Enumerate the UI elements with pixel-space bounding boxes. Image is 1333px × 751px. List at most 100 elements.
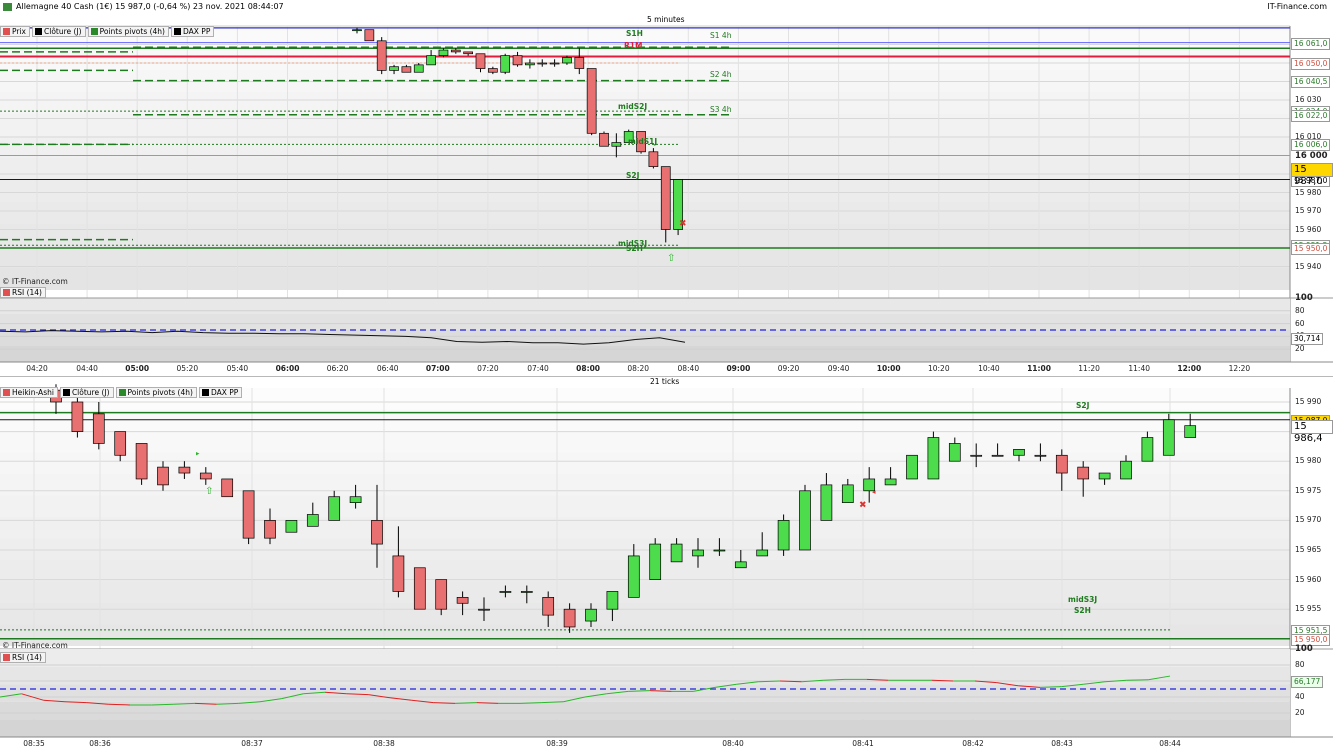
legend-item-0[interactable]: Heikin-Ashi	[0, 387, 58, 398]
candle-up	[1185, 426, 1196, 438]
legend-item-3[interactable]: DAX PP	[171, 26, 214, 37]
legend-item-3[interactable]: DAX PP	[199, 387, 242, 398]
time-axis-label: 08:44	[1159, 739, 1181, 748]
price-band	[0, 453, 1290, 475]
x-marker: ✖	[679, 219, 687, 229]
candle-up	[414, 65, 423, 72]
candle-up	[1121, 461, 1132, 479]
price-label: 15 955	[1295, 604, 1321, 613]
legend-label: Clôture (J)	[44, 27, 82, 36]
rsi-label: RSI (14)	[12, 653, 42, 662]
price-label: 16 000	[1295, 151, 1328, 161]
candle-up	[1014, 449, 1025, 455]
candle-up	[439, 50, 448, 56]
rsi-band	[0, 684, 1290, 702]
price-band	[0, 246, 1290, 268]
candle-down	[436, 580, 447, 610]
candle-down	[414, 568, 425, 609]
rsi-legend-item[interactable]: RSI (14)	[0, 652, 46, 663]
candle-up	[693, 550, 704, 556]
candle-down	[451, 50, 460, 52]
candle-up	[612, 143, 621, 147]
bottom-current-price: 15 986,4	[1291, 420, 1333, 434]
candle-down	[372, 520, 383, 544]
price-label: 16 050,0	[1291, 58, 1330, 70]
price-band	[0, 603, 1290, 625]
legend-label: Heikin-Ashi	[12, 388, 54, 397]
top-chart-pane[interactable]: ⇧✖ 5 minutes PrixClôture (J)Points pivot…	[0, 14, 1333, 376]
candle-down	[488, 69, 497, 73]
candle-up	[390, 67, 399, 71]
candle-up	[353, 30, 362, 31]
time-axis-label: 08:35	[23, 739, 45, 748]
pivot-annotation: S2H	[626, 244, 643, 253]
time-axis-label: 08:40	[722, 739, 744, 748]
legend-swatch	[119, 389, 126, 396]
candle-down	[243, 491, 254, 538]
rsi-swatch	[3, 289, 10, 296]
up-arrow-marker: ⇧	[205, 486, 213, 497]
bottom-period-label: 21 ticks	[650, 377, 679, 386]
legend-label: Prix	[12, 27, 26, 36]
price-label: 15 980	[1295, 456, 1321, 465]
legend-swatch	[91, 28, 98, 35]
rsi-axis-label: 100	[1295, 293, 1313, 303]
rsi-band	[0, 702, 1290, 720]
time-axis-label: 08:20	[627, 364, 649, 373]
price-label: 15 970	[1295, 206, 1321, 215]
legend-item-2[interactable]: Points pivots (4h)	[116, 387, 197, 398]
candle-down	[1078, 467, 1089, 479]
rsi-axis-label: 20	[1295, 344, 1305, 353]
price-band	[0, 560, 1290, 582]
legend-label: Points pivots (4h)	[128, 388, 193, 397]
time-axis-label: 08:43	[1051, 739, 1073, 748]
time-axis-label: 10:40	[978, 364, 1000, 373]
legend-item-0[interactable]: Prix	[0, 26, 30, 37]
legend-item-2[interactable]: Points pivots (4h)	[88, 26, 169, 37]
bottom-legend: Heikin-Ashi Clôture (J) Points pivots (4h)…	[0, 387, 244, 398]
bottom-chart-pane[interactable]: ⇧▸✖◂ 21 ticks Heikin-Ashi Clôture (J) Poin…	[0, 376, 1333, 751]
candle-down	[136, 443, 147, 479]
price-label: 15 990	[1295, 397, 1321, 406]
time-axis-bg	[0, 737, 1333, 751]
candle-up	[427, 56, 436, 65]
legend-label: Points pivots (4h)	[100, 27, 165, 36]
candle-down	[393, 556, 404, 592]
time-axis-label: 09:40	[828, 364, 850, 373]
candle-down	[158, 467, 169, 485]
candle-up	[501, 56, 510, 73]
price-label: 15 965	[1295, 545, 1321, 554]
time-axis-label: 07:00	[426, 364, 450, 373]
time-axis-label: 06:40	[377, 364, 399, 373]
candle-up	[971, 455, 982, 456]
candle-up	[550, 63, 559, 64]
legend-label: Clôture (J)	[72, 388, 110, 397]
price-label: 15 960	[1295, 225, 1321, 234]
pivot-annotation: S2J	[626, 171, 639, 180]
rsi-legend-item[interactable]: RSI (14)	[0, 287, 46, 298]
candle-up	[949, 443, 960, 461]
candle-up	[650, 544, 661, 580]
legend-swatch	[35, 28, 42, 35]
legend-item-1[interactable]: Clôture (J)	[60, 387, 114, 398]
legend-label: DAX PP	[211, 388, 238, 397]
bottom-credit: © IT-Finance.com	[2, 641, 68, 650]
pivot-annotation: midS1J	[628, 137, 657, 146]
rsi-axis-label: 40	[1295, 692, 1305, 701]
top-chart-canvas[interactable]: ⇧✖	[0, 14, 1333, 376]
candle-up	[350, 497, 361, 503]
candle-down	[543, 597, 554, 615]
rsi-band	[0, 314, 1290, 330]
bottom-chart-canvas[interactable]: ⇧▸✖◂	[0, 377, 1333, 751]
price-label: 16 022,0	[1291, 110, 1330, 122]
candle-up	[521, 591, 532, 592]
bottom-rsi-value: 66,177	[1291, 676, 1323, 688]
rsi-axis-label: 20	[1295, 708, 1305, 717]
top-legend: Prix Clôture (J) Points pivots (4h) DAX PP	[0, 26, 216, 37]
legend-item-1[interactable]: Clôture (J)	[32, 26, 86, 37]
candle-up	[479, 609, 490, 610]
price-band	[0, 268, 1290, 290]
candle-up	[607, 591, 618, 609]
candle-down	[661, 167, 670, 230]
time-axis-label: 09:20	[778, 364, 800, 373]
